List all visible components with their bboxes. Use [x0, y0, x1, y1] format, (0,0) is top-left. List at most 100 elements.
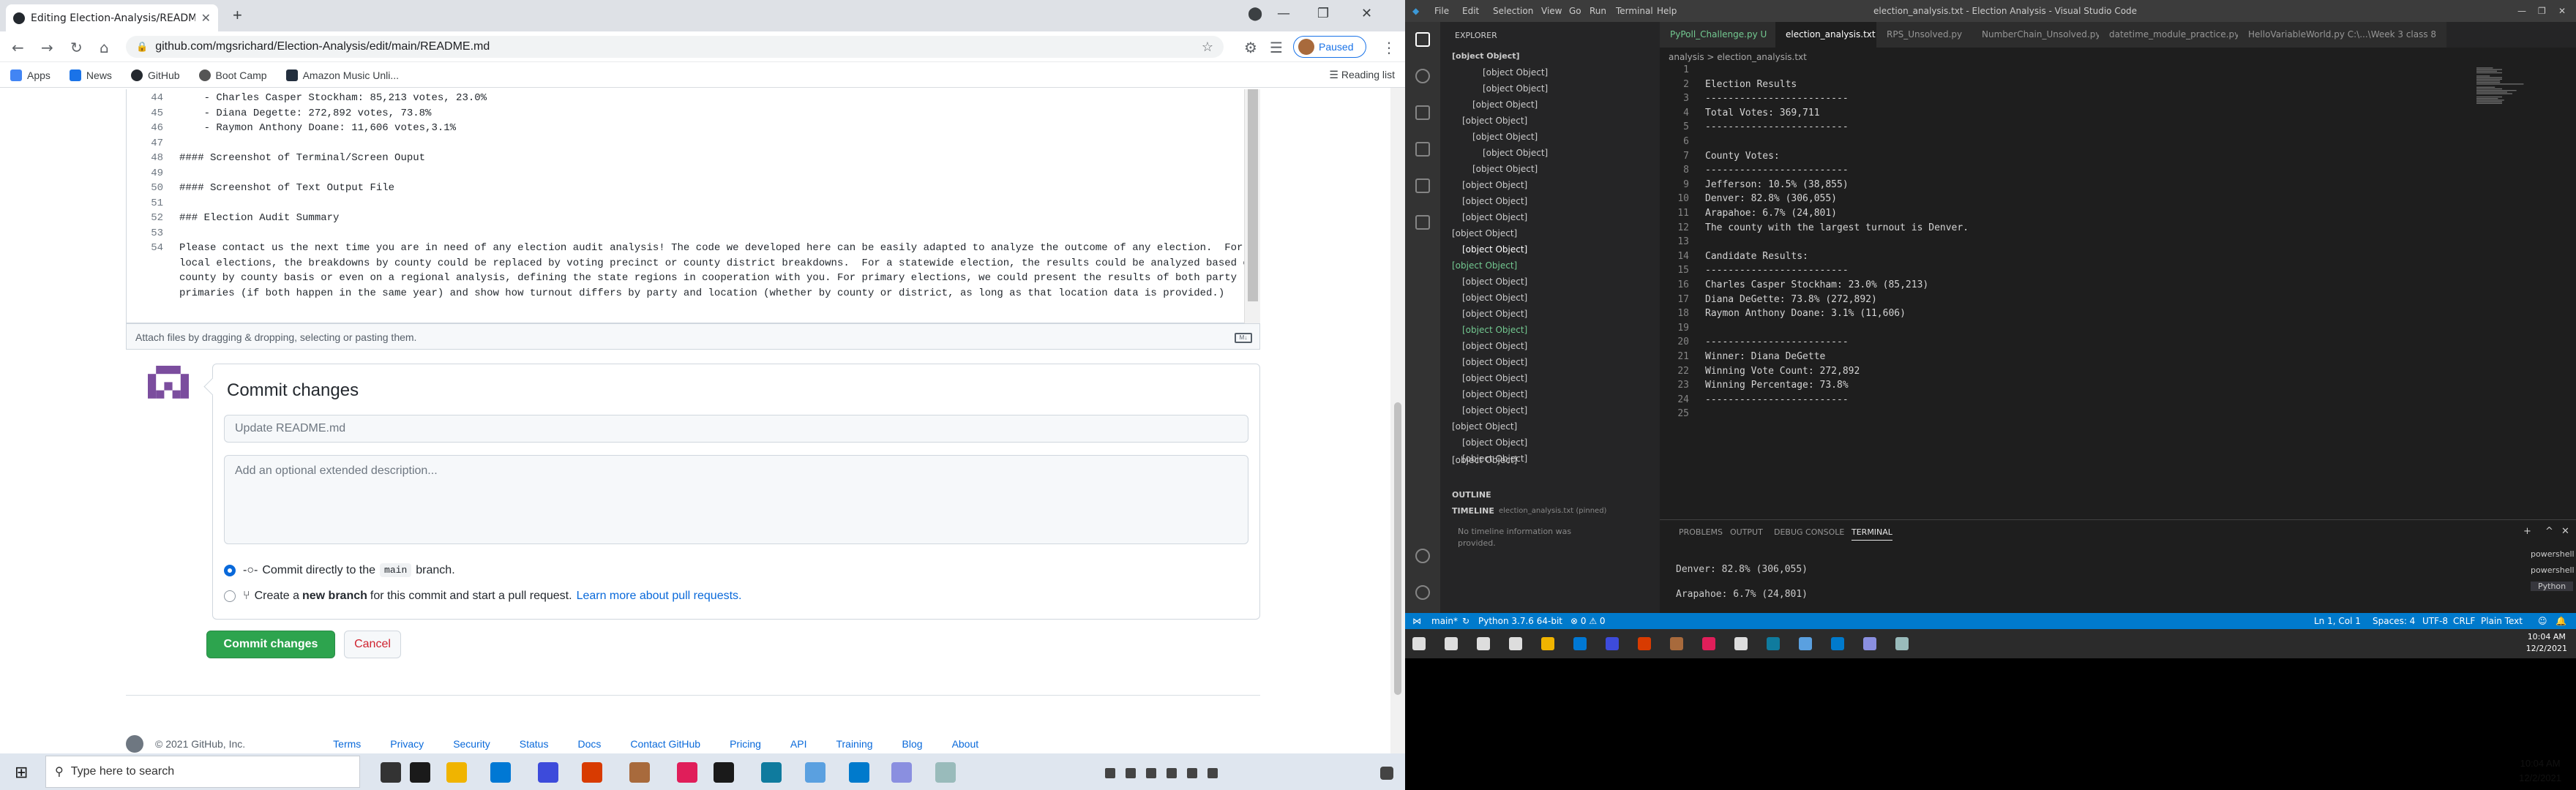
close-tab-icon[interactable]: ✕ — [201, 11, 211, 25]
new-terminal-icon[interactable]: + — [2523, 526, 2531, 537]
tree-item[interactable]: [object Object] — [1462, 196, 1527, 206]
problems-status[interactable]: ⊗ 0 ⚠ 0 — [1570, 616, 1606, 626]
chrome-extension-icon[interactable]: ⬤ — [1248, 6, 1262, 21]
vscode-icon[interactable] — [1831, 637, 1844, 650]
menu-terminal[interactable]: Terminal — [1616, 6, 1653, 16]
python-interpreter[interactable]: Python 3.7.6 64-bit — [1478, 616, 1562, 626]
bookmark-star-icon[interactable]: ☆ — [1202, 40, 1213, 55]
editor-tab[interactable]: NumberChain_Unsolved.py — [1972, 22, 2112, 48]
radio-new-branch[interactable] — [224, 590, 236, 602]
file-explorer-icon[interactable] — [446, 762, 467, 783]
tree-item[interactable]: [object Object] — [1462, 276, 1527, 287]
extensions-icon[interactable] — [1415, 178, 1430, 193]
tree-item[interactable]: [object Object] — [1462, 244, 1527, 255]
timeline-section[interactable]: TIMELINE — [1452, 506, 1494, 516]
run-debug-icon[interactable] — [1415, 142, 1430, 157]
home-icon[interactable]: ⌂ — [100, 39, 109, 56]
footer-link-training[interactable]: Training — [836, 738, 872, 750]
learn-more-link[interactable]: Learn more about pull requests. — [577, 590, 742, 603]
terminal-instance[interactable]: Python — [2531, 582, 2574, 591]
tree-item[interactable]: [object Object] — [1452, 421, 1517, 432]
slack-icon[interactable] — [677, 762, 697, 783]
new-tab-icon[interactable]: + — [233, 6, 242, 25]
editor-tab[interactable]: election_analysis.txt — [1775, 22, 1887, 48]
editor-tab[interactable]: datetime_module_practice.py — [2099, 22, 2251, 48]
remote-icon[interactable]: ⋈ — [1412, 616, 1421, 626]
outline-section[interactable]: OUTLINE — [1452, 490, 1491, 500]
reload-icon[interactable]: ↻ — [70, 39, 83, 56]
tree-item[interactable]: [object Object] — [1462, 212, 1527, 222]
maximize-panel-icon[interactable]: ^ — [2545, 526, 2553, 537]
menu-help[interactable]: Help — [1657, 6, 1677, 16]
tree-item[interactable]: [object Object] — [1462, 373, 1527, 383]
tree-item[interactable]: [object Object] — [1452, 455, 1517, 465]
gear-icon[interactable] — [1415, 585, 1430, 600]
tree-item[interactable]: [object Object] — [1462, 325, 1527, 335]
search-icon[interactable] — [1445, 637, 1458, 650]
bookmark-news[interactable]: News — [69, 69, 112, 81]
menu-go[interactable]: Go — [1569, 6, 1581, 16]
panel-tab-output[interactable]: OUTPUT — [1730, 527, 1763, 537]
app-icon[interactable] — [1895, 637, 1909, 650]
sync-icon[interactable]: ↻ — [1462, 616, 1469, 626]
extensions-icon[interactable]: ⚙ — [1244, 39, 1257, 56]
language-mode[interactable]: Plain Text — [2481, 616, 2523, 626]
close-window-icon[interactable]: ✕ — [1361, 6, 1372, 21]
address-bar[interactable]: 🔒 github.com/mgsrichard/Election-Analysi… — [126, 36, 1224, 58]
radio-commit-directly[interactable] — [224, 564, 236, 576]
tree-item[interactable]: [object Object] — [1472, 99, 1538, 110]
maximize-icon[interactable]: ❐ — [1317, 6, 1329, 21]
editor-scrollbar[interactable] — [1244, 89, 1260, 323]
menu-run[interactable]: Run — [1590, 6, 1606, 16]
line-ending[interactable]: CRLF — [2453, 616, 2475, 626]
menu-file[interactable]: File — [1434, 6, 1449, 16]
windows-start-icon[interactable] — [1412, 637, 1426, 650]
notifications-icon[interactable]: 🔔 — [2556, 616, 2566, 626]
close-panel-icon[interactable]: ✕ — [2561, 526, 2569, 537]
footer-link-terms[interactable]: Terms — [333, 738, 361, 750]
chrome-icon[interactable] — [1670, 637, 1683, 650]
search-icon[interactable] — [1415, 69, 1430, 83]
attach-files-area[interactable]: Attach files by dragging & dropping, sel… — [126, 323, 1260, 350]
task-view-icon[interactable] — [1477, 637, 1490, 650]
tree-item[interactable]: [object Object] — [1462, 389, 1527, 399]
panel-tab-problems[interactable]: PROBLEMS — [1679, 527, 1723, 537]
app-icon[interactable] — [1606, 637, 1619, 650]
menu-dots-icon[interactable]: ⋮ — [1382, 39, 1396, 56]
media-icon[interactable]: ☰ — [1270, 39, 1283, 56]
slack-icon[interactable] — [1702, 637, 1715, 650]
footer-link-blog[interactable]: Blog — [902, 738, 923, 750]
tree-item[interactable]: [object Object] — [1472, 164, 1538, 174]
volume-icon[interactable] — [1167, 768, 1177, 778]
edge-icon[interactable] — [761, 762, 782, 783]
mail-icon[interactable] — [1573, 637, 1587, 650]
source-control-icon[interactable] — [1415, 105, 1430, 120]
network-icon[interactable] — [1146, 768, 1156, 778]
minimize-icon[interactable]: — — [2517, 6, 2526, 16]
minimap[interactable] — [2474, 64, 2554, 108]
footer-link-api[interactable]: API — [790, 738, 807, 750]
indentation[interactable]: Spaces: 4 — [2373, 616, 2415, 626]
bookmark-bootcamp[interactable]: Boot Camp — [198, 69, 267, 81]
file-explorer-icon[interactable] — [1541, 637, 1554, 650]
task-view-icon[interactable] — [1509, 637, 1522, 650]
app-icon[interactable] — [1863, 637, 1876, 650]
chrome-icon[interactable] — [629, 762, 650, 783]
terminal-icon[interactable] — [1734, 637, 1748, 650]
tree-item[interactable]: [object Object] — [1462, 116, 1527, 126]
close-window-icon[interactable]: ✕ — [2558, 6, 2566, 16]
terminal-instance[interactable]: powershell — [2531, 549, 2575, 559]
tree-item[interactable]: [object Object] — [1452, 260, 1517, 271]
code-editor[interactable]: 44 - Charles Casper Stockham: 85,213 vot… — [126, 89, 1260, 323]
tree-item[interactable]: [object Object] — [1462, 357, 1527, 367]
testing-icon[interactable] — [1415, 215, 1430, 230]
cancel-button[interactable]: Cancel — [344, 631, 401, 658]
editor-tab[interactable]: PyPoll_Challenge.py U — [1660, 22, 1778, 48]
cursor-position[interactable]: Ln 1, Col 1 — [2314, 616, 2361, 626]
commit-summary-input[interactable]: Update README.md — [224, 415, 1248, 443]
tree-item[interactable]: [object Object] — [1452, 51, 1520, 61]
footer-link-privacy[interactable]: Privacy — [390, 738, 424, 750]
taskbar-search[interactable]: ⚲ Type here to search — [45, 756, 360, 788]
feedback-icon[interactable]: ☺ — [2538, 616, 2547, 626]
account-icon[interactable] — [1415, 549, 1430, 563]
